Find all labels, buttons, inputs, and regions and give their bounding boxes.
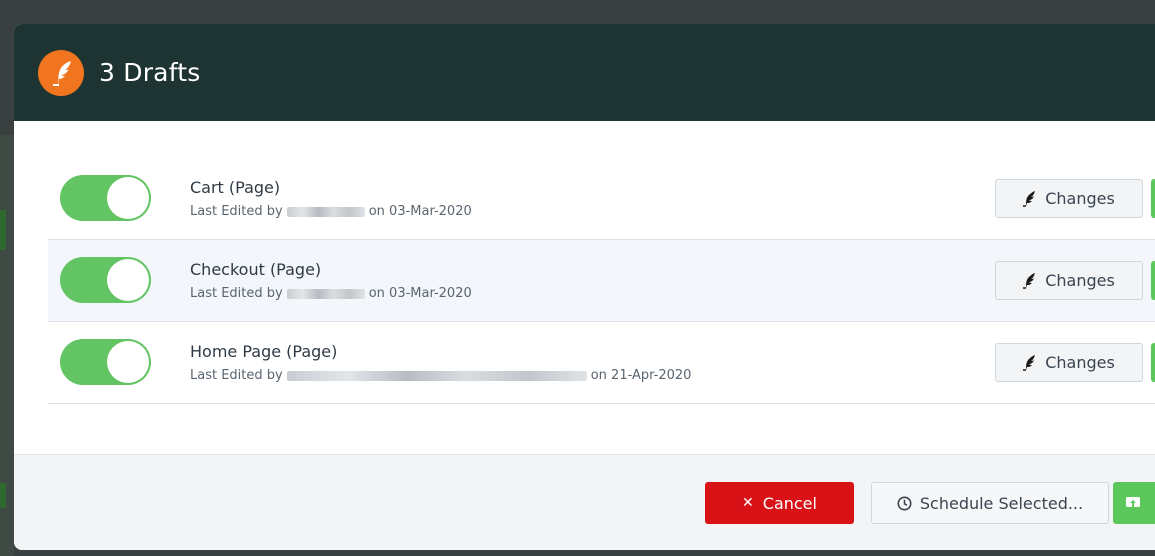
draft-title: Cart (Page) xyxy=(190,178,281,197)
draft-title: Home Page (Page) xyxy=(190,342,338,361)
changes-label: Changes xyxy=(1045,353,1115,372)
schedule-selected-button[interactable]: Schedule Selected... xyxy=(871,482,1109,524)
meta-date: on 03-Mar-2020 xyxy=(368,204,472,219)
dialog-title: 3 Drafts xyxy=(99,58,201,87)
cancel-button[interactable]: ✕ Cancel xyxy=(705,482,854,524)
changes-label: Changes xyxy=(1045,189,1115,208)
redacted-editor-name xyxy=(286,206,365,217)
clock-icon xyxy=(897,496,912,510)
feather-icon xyxy=(38,49,84,96)
changes-label: Changes xyxy=(1045,271,1115,290)
meta-prefix: Last Edited by xyxy=(190,204,283,219)
dialog-header: 3 Drafts xyxy=(14,24,1155,121)
draft-meta: Last Edited by on 03-Mar-2020 xyxy=(190,286,472,301)
meta-prefix: Last Edited by xyxy=(190,286,283,301)
cancel-label: Cancel xyxy=(762,493,817,513)
feather-icon xyxy=(1023,354,1036,371)
toggle-knob xyxy=(107,259,149,301)
meta-prefix: Last Edited by xyxy=(190,368,283,383)
meta-date: on 03-Mar-2020 xyxy=(368,286,472,301)
draft-meta: Last Edited by on 21-Apr-2020 xyxy=(190,368,691,383)
redacted-editor-name xyxy=(286,370,587,381)
draft-meta: Last Edited by on 03-Mar-2020 xyxy=(190,204,472,219)
draft-toggle[interactable] xyxy=(60,175,151,221)
dialog-footer: ✕ Cancel Schedule Selected... xyxy=(14,454,1155,550)
publish-icon xyxy=(1126,496,1140,510)
drafts-dialog: 3 Drafts Cart (Page) Last Edited by on 0… xyxy=(14,24,1155,550)
draft-row: Home Page (Page) Last Edited by on 21-Ap… xyxy=(48,322,1155,404)
backdrop-green-mark xyxy=(0,210,6,250)
publish-button[interactable] xyxy=(1113,482,1155,524)
draft-toggle[interactable] xyxy=(60,257,151,303)
draft-row: Cart (Page) Last Edited by on 03-Mar-202… xyxy=(48,158,1155,240)
feather-icon xyxy=(1023,190,1036,207)
draft-toggle[interactable] xyxy=(60,339,151,385)
toggle-knob xyxy=(107,341,149,383)
changes-button[interactable]: Changes xyxy=(995,179,1143,218)
toggle-knob xyxy=(107,177,149,219)
close-icon: ✕ xyxy=(742,495,754,511)
backdrop-green-mark xyxy=(0,483,6,508)
draft-list: Cart (Page) Last Edited by on 03-Mar-202… xyxy=(48,158,1155,404)
changes-button[interactable]: Changes xyxy=(995,343,1143,382)
draft-title: Checkout (Page) xyxy=(190,260,322,279)
feather-icon xyxy=(1023,272,1036,289)
changes-button[interactable]: Changes xyxy=(995,261,1143,300)
redacted-editor-name xyxy=(286,288,365,299)
publish-row-button[interactable] xyxy=(1151,343,1155,382)
publish-row-button[interactable] xyxy=(1151,179,1155,218)
publish-row-button[interactable] xyxy=(1151,261,1155,300)
meta-date: on 21-Apr-2020 xyxy=(590,368,692,383)
schedule-label: Schedule Selected... xyxy=(919,493,1084,513)
draft-row: Checkout (Page) Last Edited by on 03-Mar… xyxy=(48,240,1155,322)
